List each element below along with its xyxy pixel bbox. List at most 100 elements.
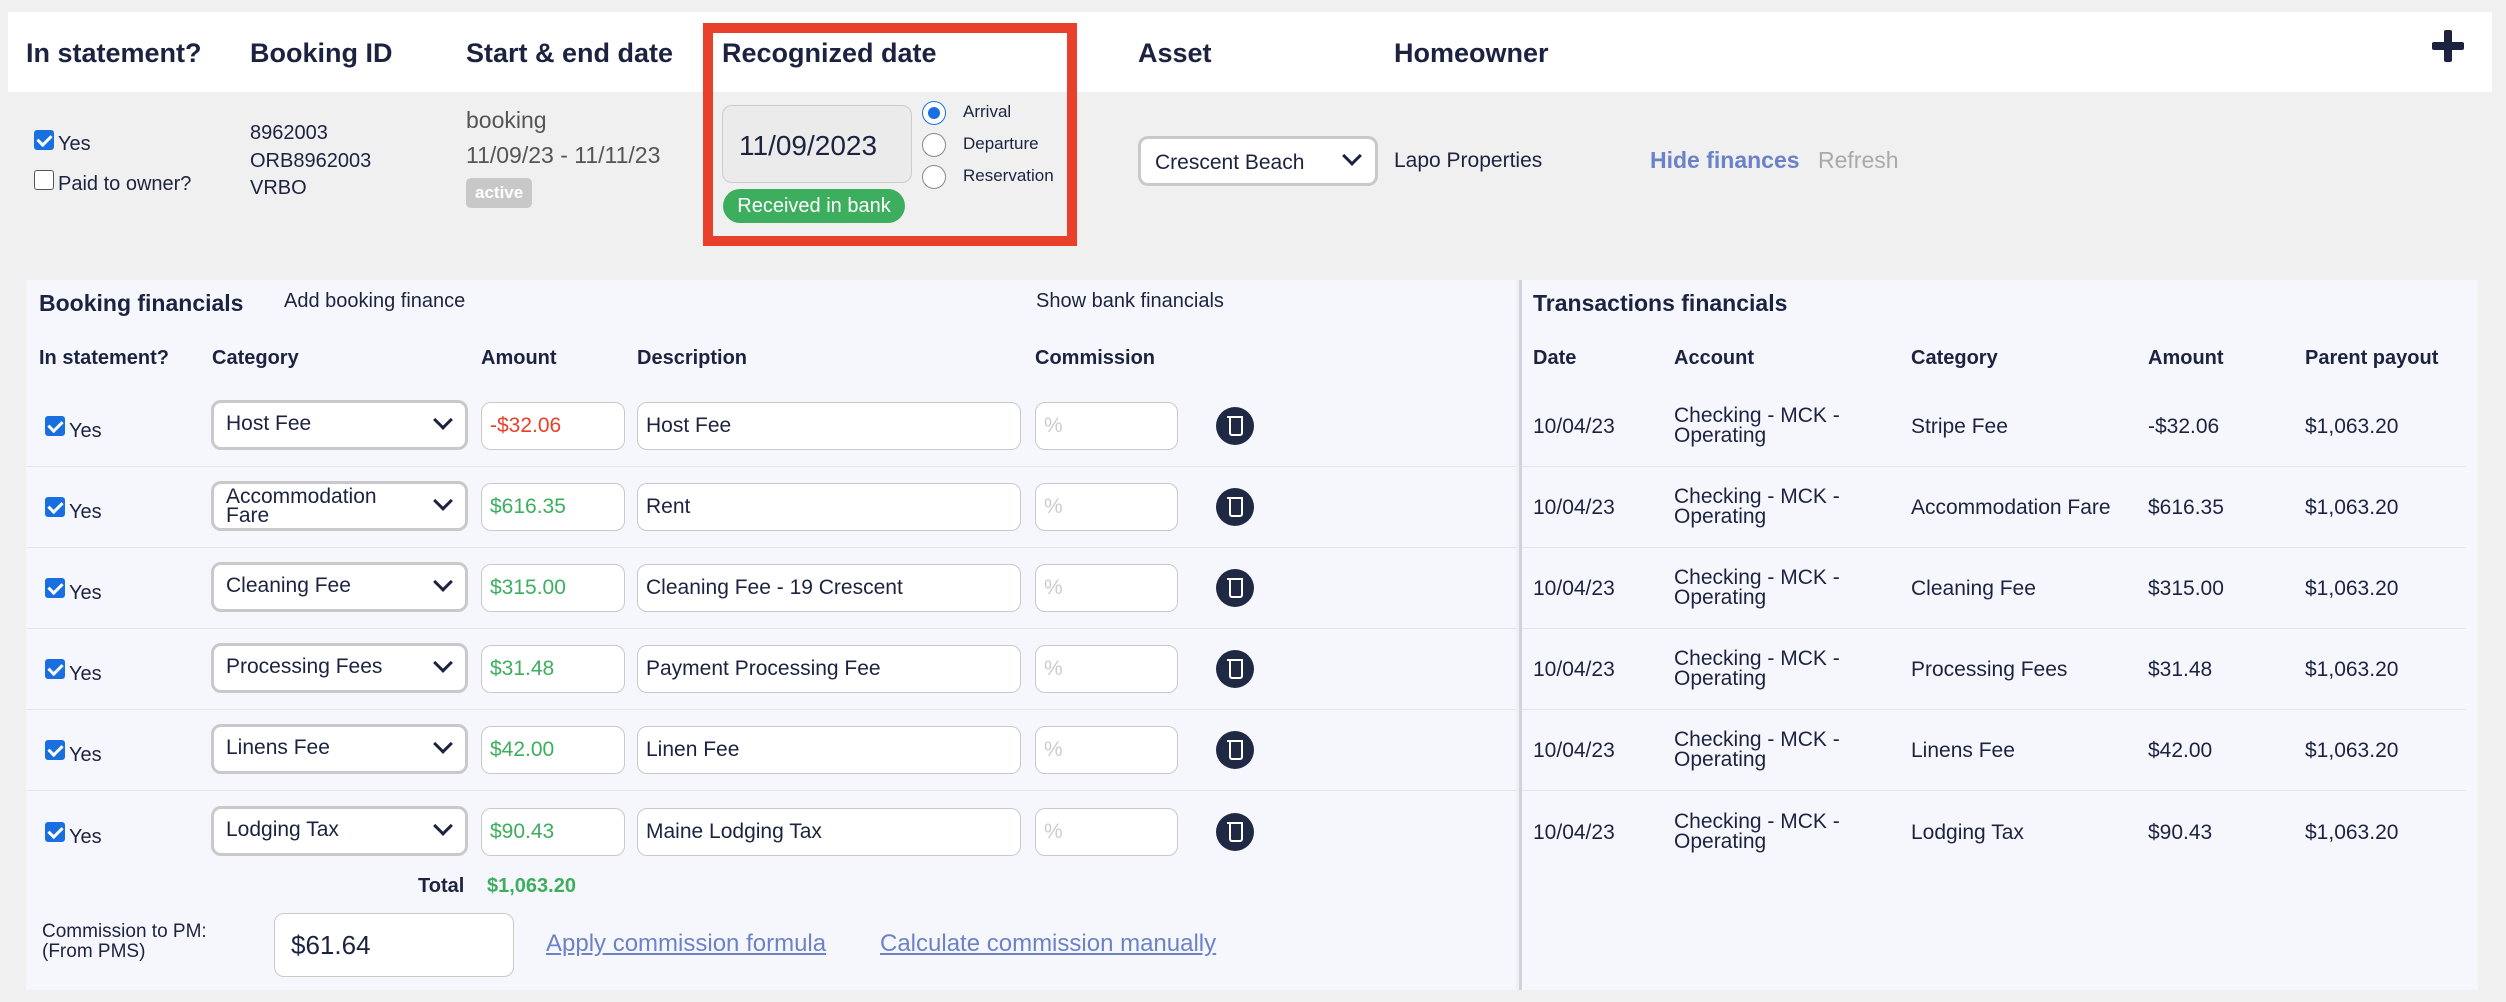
row-category-value: Lodging Tax bbox=[226, 818, 339, 841]
refresh-link[interactable]: Refresh bbox=[1818, 147, 1899, 174]
paid-to-owner-checkbox[interactable] bbox=[34, 170, 54, 190]
tx-category: Linens Fee bbox=[1911, 739, 2015, 762]
tx-parent-payout: $1,063.20 bbox=[2305, 658, 2399, 681]
chevron-down-icon bbox=[433, 491, 453, 511]
tx-parent-payout: $1,063.20 bbox=[2305, 821, 2399, 844]
trash-icon[interactable] bbox=[1216, 731, 1254, 769]
hide-finances-link[interactable]: Hide finances bbox=[1650, 147, 1800, 174]
trash-icon[interactable] bbox=[1216, 813, 1254, 851]
tx-col-account: Account bbox=[1674, 347, 1754, 369]
row-amount-input[interactable]: $42.00 bbox=[481, 726, 625, 774]
col-asset: Asset bbox=[1138, 38, 1212, 68]
trash-icon[interactable] bbox=[1216, 488, 1254, 526]
row-category-select[interactable]: Lodging Tax bbox=[211, 806, 468, 856]
paid-to-owner-label: Paid to owner? bbox=[58, 173, 192, 195]
row-category-value: Processing Fees bbox=[226, 655, 383, 678]
tx-account-line2: Operating bbox=[1674, 424, 1767, 447]
row-description-input[interactable]: Payment Processing Fee bbox=[637, 645, 1021, 693]
tx-account: Checking - MCK - Operating bbox=[1674, 729, 1840, 770]
chevron-down-icon bbox=[433, 816, 453, 836]
add-booking-finance-link[interactable]: Add booking finance bbox=[284, 290, 465, 313]
add-plus-icon[interactable] bbox=[2430, 28, 2466, 64]
row-yes-label: Yes bbox=[69, 420, 102, 442]
row-commission-input[interactable]: % bbox=[1035, 564, 1178, 612]
radio-arrival-label: Arrival bbox=[963, 102, 1012, 121]
row-yes-label: Yes bbox=[69, 582, 102, 604]
commission-input[interactable]: $61.64 bbox=[274, 913, 514, 977]
recognized-date-input[interactable]: 11/09/2023 bbox=[722, 105, 912, 183]
calculate-commission-manually-link[interactable]: Calculate commission manually bbox=[880, 930, 1216, 958]
chevron-down-icon bbox=[433, 572, 453, 592]
in-statement-checkbox[interactable] bbox=[34, 130, 54, 150]
tx-category: Accommodation Fare bbox=[1911, 496, 2111, 519]
row-commission-input[interactable]: % bbox=[1035, 808, 1178, 856]
row-category-value: Host Fee bbox=[226, 412, 312, 435]
yes-label: Yes bbox=[58, 133, 91, 155]
tx-account: Checking - MCK - Operating bbox=[1674, 405, 1840, 447]
row-checkbox[interactable] bbox=[45, 578, 65, 598]
tx-account-line1: Checking - MCK - bbox=[1674, 566, 1840, 589]
col-homeowner: Homeowner bbox=[1394, 38, 1549, 68]
row-description-input[interactable]: Linen Fee bbox=[637, 726, 1021, 774]
trash-icon[interactable] bbox=[1216, 650, 1254, 688]
row-amount-input[interactable]: $616.35 bbox=[481, 483, 625, 531]
chevron-down-icon bbox=[433, 734, 453, 754]
chevron-down-icon bbox=[433, 653, 453, 673]
tx-account: Checking - MCK - Operating bbox=[1674, 648, 1840, 690]
row-description-input[interactable]: Maine Lodging Tax bbox=[637, 808, 1021, 856]
row-description-input[interactable]: Rent bbox=[637, 483, 1021, 531]
tx-category: Lodging Tax bbox=[1911, 821, 2024, 844]
tx-row-divider bbox=[1522, 709, 2466, 710]
booking-id: 8962003 bbox=[250, 122, 328, 144]
row-description-input[interactable]: Host Fee bbox=[637, 402, 1021, 450]
row-yes-label: Yes bbox=[69, 744, 102, 766]
row-category-select[interactable]: Linens Fee bbox=[211, 724, 468, 774]
row-category-select[interactable]: Host Fee bbox=[211, 400, 468, 450]
row-amount-input[interactable]: -$32.06 bbox=[481, 402, 625, 450]
row-amount-input[interactable]: $31.48 bbox=[481, 645, 625, 693]
col-booking-id: Booking ID bbox=[250, 38, 393, 68]
tx-account-line2: Operating bbox=[1674, 586, 1767, 609]
transactions-panel bbox=[1522, 280, 2478, 990]
row-commission-input[interactable]: % bbox=[1035, 483, 1178, 531]
row-description-input[interactable]: Cleaning Fee - 19 Crescent bbox=[637, 564, 1021, 612]
tx-category: Cleaning Fee bbox=[1911, 577, 2036, 600]
row-category-select[interactable]: Accommodation Fare bbox=[211, 481, 468, 531]
row-category-select[interactable]: Processing Fees bbox=[211, 643, 468, 693]
tx-amount: $616.35 bbox=[2148, 496, 2224, 519]
row-amount-input[interactable]: $90.43 bbox=[481, 808, 625, 856]
row-checkbox[interactable] bbox=[45, 740, 65, 760]
row-commission-input[interactable]: % bbox=[1035, 402, 1178, 450]
row-divider bbox=[26, 790, 1516, 791]
radio-reservation[interactable] bbox=[922, 165, 946, 189]
tx-amount: $42.00 bbox=[2148, 739, 2213, 762]
asset-select[interactable]: Crescent Beach bbox=[1138, 136, 1378, 186]
radio-departure[interactable] bbox=[922, 133, 946, 157]
row-commission-input[interactable]: % bbox=[1035, 645, 1178, 693]
fin-col-in-statement: In statement? bbox=[39, 347, 170, 369]
tx-row-divider bbox=[1522, 547, 2466, 548]
tx-amount: -$32.06 bbox=[2148, 415, 2220, 438]
row-checkbox[interactable] bbox=[45, 659, 65, 679]
apply-commission-formula-link[interactable]: Apply commission formula bbox=[546, 930, 826, 958]
tx-col-date: Date bbox=[1533, 347, 1577, 369]
tx-account-line1: Checking - MCK - bbox=[1674, 810, 1840, 833]
tx-category: Stripe Fee bbox=[1911, 415, 2008, 438]
radio-departure-label: Departure bbox=[963, 134, 1039, 153]
row-category-select[interactable]: Cleaning Fee bbox=[211, 562, 468, 612]
chevron-down-icon bbox=[1342, 146, 1362, 166]
row-amount-input[interactable]: $315.00 bbox=[481, 564, 625, 612]
row-checkbox[interactable] bbox=[45, 822, 65, 842]
tx-account: Checking - MCK - Operating bbox=[1674, 810, 1840, 852]
show-bank-financials-link[interactable]: Show bank financials bbox=[1036, 290, 1224, 313]
tx-account-line2: Operating bbox=[1674, 667, 1767, 690]
trash-icon[interactable] bbox=[1216, 407, 1254, 445]
row-checkbox[interactable] bbox=[45, 416, 65, 436]
row-divider bbox=[26, 547, 1516, 548]
total-label: Total bbox=[418, 875, 465, 897]
radio-arrival[interactable] bbox=[922, 101, 946, 125]
row-checkbox[interactable] bbox=[45, 497, 65, 517]
tx-parent-payout: $1,063.20 bbox=[2305, 739, 2399, 762]
row-commission-input[interactable]: % bbox=[1035, 726, 1178, 774]
trash-icon[interactable] bbox=[1216, 569, 1254, 607]
